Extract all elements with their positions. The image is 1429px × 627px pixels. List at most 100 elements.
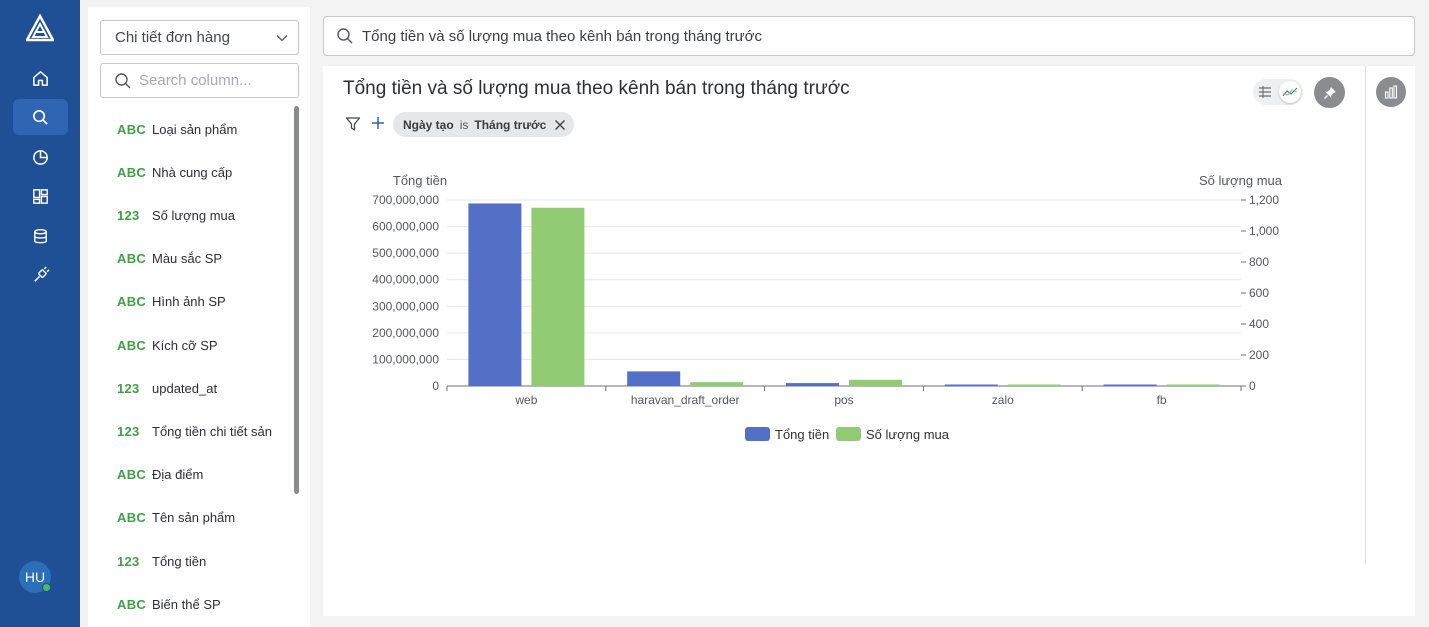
bar-tong-tien bbox=[944, 384, 998, 386]
legend-swatch-so-luong-mua bbox=[836, 427, 861, 441]
y-left-tick-label: 200,000,000 bbox=[372, 326, 439, 340]
home-icon bbox=[33, 70, 48, 86]
y-right-tick-label: 1,200 bbox=[1249, 193, 1279, 207]
x-tick-label: zalo bbox=[992, 393, 1014, 407]
column-name: Nhà cung cấp bbox=[152, 164, 233, 180]
search-icon bbox=[115, 73, 131, 89]
column-list: ABC Loại sản phẩm ABC Nhà cung cấp 123 Số lượ… bbox=[88, 107, 293, 627]
column-type-badge: ABC bbox=[117, 164, 147, 180]
panel-divider bbox=[1365, 66, 1366, 564]
column-type-badge: ABC bbox=[117, 510, 147, 526]
legend-label-so-luong-mua: Số lượng mua bbox=[866, 427, 950, 442]
column-item[interactable]: ABC Màu sắc SP bbox=[117, 249, 293, 269]
column-item[interactable]: ABC Biến thể SP bbox=[117, 594, 293, 614]
chart-settings-button[interactable] bbox=[1376, 77, 1406, 107]
column-item[interactable]: ABC Loại sản phẩm bbox=[117, 119, 293, 139]
bar-tong-tien bbox=[1103, 384, 1157, 386]
column-type-badge: 123 bbox=[117, 207, 140, 223]
avatar-initials: HU bbox=[24, 569, 46, 585]
column-item[interactable]: 123 Tổng tiền chi tiết sản bbox=[117, 421, 293, 441]
column-name: Màu sắc SP bbox=[152, 251, 223, 267]
nav-reports[interactable] bbox=[13, 139, 68, 175]
y-right-tick-label: 0 bbox=[1249, 379, 1256, 393]
dashboard-icon bbox=[33, 188, 48, 204]
column-item[interactable]: 123 Tổng tiền bbox=[117, 551, 293, 571]
nav-data[interactable] bbox=[13, 218, 68, 254]
y-left-tick-label: 300,000,000 bbox=[372, 299, 439, 313]
x-tick-label: fb bbox=[1157, 393, 1167, 407]
bar-chart-icon bbox=[1384, 85, 1398, 99]
column-item[interactable]: 123 updated_at bbox=[117, 378, 293, 398]
question-search-input[interactable]: Tổng tiền và số lượng mua theo kênh bán … bbox=[323, 16, 1415, 56]
y-left-tick-label: 0 bbox=[432, 379, 439, 393]
column-name: Loại sản phẩm bbox=[152, 121, 238, 137]
column-type-badge: ABC bbox=[117, 121, 147, 137]
column-type-badge: ABC bbox=[117, 467, 147, 483]
column-name: Biến thể SP bbox=[152, 596, 221, 612]
y-left-tick-label: 500,000,000 bbox=[372, 246, 439, 260]
bar-so-luong-mua bbox=[849, 379, 902, 386]
nav-home[interactable] bbox=[13, 60, 68, 96]
legend-swatch-tong-tien bbox=[745, 427, 770, 441]
nav-dashboards[interactable] bbox=[13, 178, 68, 214]
logo-icon[interactable] bbox=[26, 14, 54, 42]
bar-so-luong-mua bbox=[690, 382, 744, 386]
column-name: Tổng tiền bbox=[152, 553, 207, 569]
y-left-axis-label: Tổng tiền bbox=[393, 173, 447, 188]
bar-so-luong-mua bbox=[531, 207, 585, 386]
y-right-axis-label: Số lượng mua bbox=[1199, 173, 1283, 188]
column-item[interactable]: 123 Số lượng mua bbox=[117, 205, 293, 225]
column-item[interactable]: ABC Kích cỡ SP bbox=[117, 335, 293, 355]
column-item[interactable]: ABC Hình ảnh SP bbox=[117, 292, 293, 312]
x-tick-label: web bbox=[514, 393, 537, 407]
column-type-badge: 123 bbox=[117, 423, 140, 439]
bar-tong-tien bbox=[786, 383, 839, 386]
y-right-tick-label: 800 bbox=[1249, 255, 1269, 269]
nav-search[interactable] bbox=[13, 99, 68, 135]
column-search-input[interactable]: Search column... bbox=[100, 63, 299, 98]
column-item[interactable]: ABC Nhà cung cấp bbox=[117, 162, 293, 182]
column-item[interactable]: ABC Địa điểm bbox=[117, 465, 293, 485]
column-name: Tên sản phẩm bbox=[152, 510, 236, 526]
y-right-tick-label: 600 bbox=[1249, 286, 1269, 300]
database-icon bbox=[34, 228, 47, 243]
y-right-tick-label: 1,000 bbox=[1249, 224, 1279, 238]
pie-chart-icon bbox=[33, 149, 48, 165]
left-nav: HU bbox=[0, 0, 80, 627]
nav-integrations[interactable] bbox=[13, 257, 68, 293]
x-tick-label: haravan_draft_order bbox=[631, 393, 740, 407]
chart-card: Tổng tiền và số lượng mua theo kênh bán … bbox=[323, 66, 1415, 616]
plug-icon bbox=[34, 265, 50, 282]
question-search-text: Tổng tiền và số lượng mua theo kênh bán … bbox=[362, 27, 762, 45]
bar-chart: 0 100,000,000 200,000,000 300,000,000 400,00… bbox=[372, 173, 1283, 442]
search-icon bbox=[33, 109, 48, 125]
column-type-badge: ABC bbox=[117, 337, 147, 353]
user-avatar[interactable]: HU bbox=[19, 561, 51, 593]
column-type-badge: 123 bbox=[117, 553, 140, 569]
column-type-badge: ABC bbox=[117, 251, 147, 267]
column-name: Kích cỡ SP bbox=[152, 337, 218, 353]
y-left-tick-label: 700,000,000 bbox=[372, 193, 439, 207]
bar-so-luong-mua bbox=[1007, 384, 1061, 386]
column-name: Số lượng mua bbox=[152, 207, 235, 223]
column-list-scrollbar[interactable] bbox=[294, 106, 299, 494]
bar-so-luong-mua bbox=[1166, 384, 1220, 386]
column-type-badge: 123 bbox=[117, 380, 140, 396]
y-right-tick-label: 200 bbox=[1249, 348, 1269, 362]
y-left-tick-label: 400,000,000 bbox=[372, 273, 439, 287]
main-area: Tổng tiền và số lượng mua theo kênh bán … bbox=[315, 7, 1423, 627]
bar-tong-tien bbox=[627, 371, 681, 386]
online-status-dot bbox=[42, 583, 51, 592]
bar-tong-tien bbox=[468, 203, 522, 386]
column-type-badge: ABC bbox=[117, 294, 147, 310]
column-item[interactable]: ABC Tên sản phẩm bbox=[117, 508, 293, 528]
dataset-select-value: Chi tiết đơn hàng bbox=[115, 29, 230, 46]
search-icon bbox=[337, 28, 353, 44]
dataset-select[interactable]: Chi tiết đơn hàng bbox=[100, 20, 299, 55]
column-name: updated_at bbox=[152, 380, 218, 396]
legend-label-tong-tien: Tổng tiền bbox=[775, 427, 829, 442]
column-search-placeholder: Search column... bbox=[139, 72, 252, 89]
y-right-tick-label: 400 bbox=[1249, 317, 1269, 331]
column-panel: Chi tiết đơn hàng Search column... ABC Lo… bbox=[88, 7, 310, 627]
y-left-tick-label: 100,000,000 bbox=[372, 352, 439, 366]
